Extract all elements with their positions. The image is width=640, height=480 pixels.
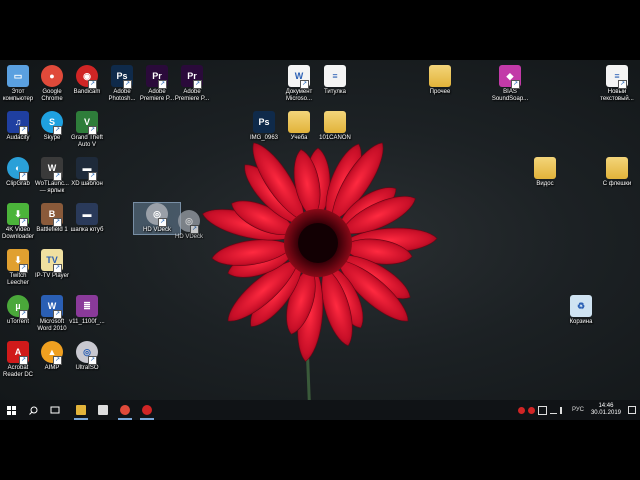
shortcut-arrow-icon: ↗ <box>123 80 132 89</box>
record-tray-icon[interactable] <box>527 406 535 414</box>
volume-icon[interactable] <box>559 406 569 414</box>
psd-file-icon: Ps <box>253 111 275 133</box>
computer-icon: ▭ <box>7 65 29 87</box>
folder-icon <box>288 111 310 133</box>
shortcut-arrow-icon: ↗ <box>88 126 97 135</box>
desktop[interactable]: ▭ Этот компьютер ● Google Chrome ◉ ↗ Bandicam P… <box>0 60 640 420</box>
shortcut-label: С флешки <box>602 181 632 187</box>
shortcut-label: IP-TV Player <box>34 273 69 279</box>
shortcut-arrow-icon: ↗ <box>19 172 28 181</box>
archive-icon: ≣ <box>76 295 98 317</box>
network-icon[interactable] <box>549 406 557 414</box>
folder-icon <box>429 65 451 87</box>
image-file-icon: ▬ <box>76 203 98 225</box>
shortcut-arrow-icon: ↗ <box>53 310 62 319</box>
notifications-icon[interactable] <box>628 406 636 414</box>
task-view-icon <box>50 406 60 414</box>
shortcut-arrow-icon: ↗ <box>53 264 62 273</box>
shortcut-label: Корзина <box>569 319 593 325</box>
desktop-shortcut[interactable]: Видос <box>522 157 568 188</box>
shortcut-arrow-icon: ↗ <box>19 356 28 365</box>
desktop-shortcut[interactable]: 101CANON <box>312 111 358 142</box>
shortcut-arrow-icon: ↗ <box>193 80 202 89</box>
task-view-button[interactable] <box>44 400 66 420</box>
shortcut-arrow-icon: ↗ <box>53 126 62 135</box>
desktop-shortcut[interactable]: ≣ v11_1100f_... <box>64 295 110 326</box>
shortcut-arrow-icon: ↗ <box>53 356 62 365</box>
windows-icon <box>6 405 16 415</box>
desktop-shortcut[interactable]: ≡ Титулка <box>312 65 358 96</box>
shortcut-label: BIAS SoundSoap... <box>491 89 529 102</box>
shortcut-label: Grand Theft Auto V <box>71 135 103 148</box>
desktop-shortcut[interactable]: ♻ Корзина <box>558 295 604 326</box>
search-button[interactable] <box>22 400 44 420</box>
shortcut-label: Титулка <box>323 89 347 95</box>
document-icon: ≡ <box>324 65 346 87</box>
shortcut-label: 101CANON <box>319 135 351 141</box>
shortcut-arrow-icon: ↗ <box>88 172 97 181</box>
bandicam-icon <box>142 405 152 415</box>
desktop-shortcut[interactable]: ▬ ↗ XD шаблон <box>64 157 110 188</box>
shortcut-arrow-icon: ↗ <box>88 80 97 89</box>
shortcut-label: Видос <box>536 181 554 187</box>
desktop-shortcut[interactable]: ≡ ↗ Новый текстовый... <box>594 65 640 103</box>
shortcut-label: Новый текстовый... <box>600 89 634 102</box>
shortcut-arrow-icon: ↗ <box>19 310 28 319</box>
shortcut-label: шапка ютуб <box>70 227 104 233</box>
bandicam-tray-icon[interactable] <box>517 406 525 414</box>
shortcut-arrow-icon: ↗ <box>53 172 62 181</box>
language-indicator[interactable]: РУС <box>572 407 584 413</box>
shortcut-arrow-icon: ↗ <box>19 126 28 135</box>
shortcut-arrow-icon: ↗ <box>19 218 28 227</box>
taskbar-app[interactable] <box>70 400 92 420</box>
clock-time: 14:46 <box>598 403 614 409</box>
shortcut-arrow-icon: ↗ <box>618 80 627 89</box>
folder-icon <box>606 157 628 179</box>
taskbar: РУС 14:46 30.01.2019 <box>0 400 640 420</box>
recycle-bin-icon: ♻ <box>570 295 592 317</box>
battery-icon[interactable] <box>537 405 547 415</box>
desktop-shortcut[interactable]: Прочее <box>417 65 463 96</box>
chrome-icon <box>120 405 130 415</box>
shortcut-label: v11_1100f_... <box>69 319 105 325</box>
shortcut-label: Прочее <box>429 89 451 95</box>
taskbar-app[interactable] <box>92 400 114 420</box>
shortcut-arrow-icon: ↗ <box>300 80 309 89</box>
desktop-shortcut[interactable]: Pr ↗ Adobe Premiere P... <box>169 65 215 103</box>
desktop-shortcut[interactable]: ◆ ↗ BIAS SoundSoap... <box>487 65 533 103</box>
desktop-shortcut[interactable]: TV ↗ IP-TV Player <box>29 249 75 280</box>
shortcut-label: Adobe Premiere P... <box>174 89 210 102</box>
shortcut-arrow-icon: ↗ <box>158 80 167 89</box>
shortcut-arrow-icon: ↗ <box>19 264 28 273</box>
search-icon <box>28 406 37 415</box>
desktop-shortcut[interactable]: С флешки <box>594 157 640 188</box>
shortcut-label: UltraISO <box>75 365 99 371</box>
folder-icon <box>324 111 346 133</box>
system-tray: РУС 14:46 30.01.2019 <box>517 400 640 420</box>
desktop-shortcut[interactable]: ▬ шапка ютуб <box>64 203 110 234</box>
taskbar-app[interactable] <box>114 400 136 420</box>
taskbar-app[interactable] <box>136 400 158 420</box>
desktop-shortcut[interactable]: ◎ ↗ UltraISO <box>64 341 110 372</box>
shortcut-arrow-icon: ↗ <box>53 218 62 227</box>
clock-date: 30.01.2019 <box>590 410 621 416</box>
shortcut-label: XD шаблон <box>71 181 103 187</box>
clock[interactable]: 14:46 30.01.2019 <box>591 403 621 417</box>
shortcut-arrow-icon: ↗ <box>190 225 199 234</box>
folder-icon <box>534 157 556 179</box>
desktop-shortcut[interactable]: ◎ ↗ HD VDeck <box>166 210 212 241</box>
start-button[interactable] <box>0 400 22 420</box>
file-explorer-icon <box>76 405 86 415</box>
chrome-icon: ● <box>41 65 63 87</box>
desktop-shortcut[interactable]: V ↗ Grand Theft Auto V <box>64 111 110 149</box>
shortcut-arrow-icon: ↗ <box>511 80 520 89</box>
shortcut-label: HD VDeck <box>174 234 203 240</box>
mail-icon <box>98 405 108 415</box>
shortcut-arrow-icon: ↗ <box>88 356 97 365</box>
